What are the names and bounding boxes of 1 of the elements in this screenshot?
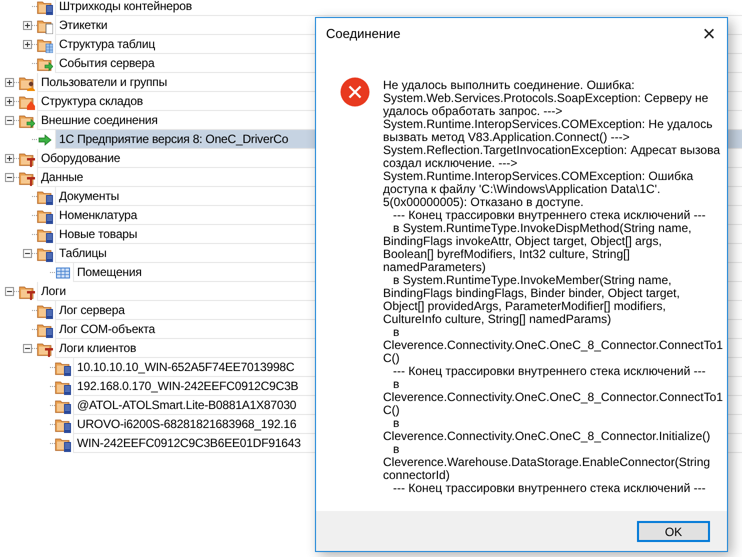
dialog-title: Соединение xyxy=(326,25,400,44)
